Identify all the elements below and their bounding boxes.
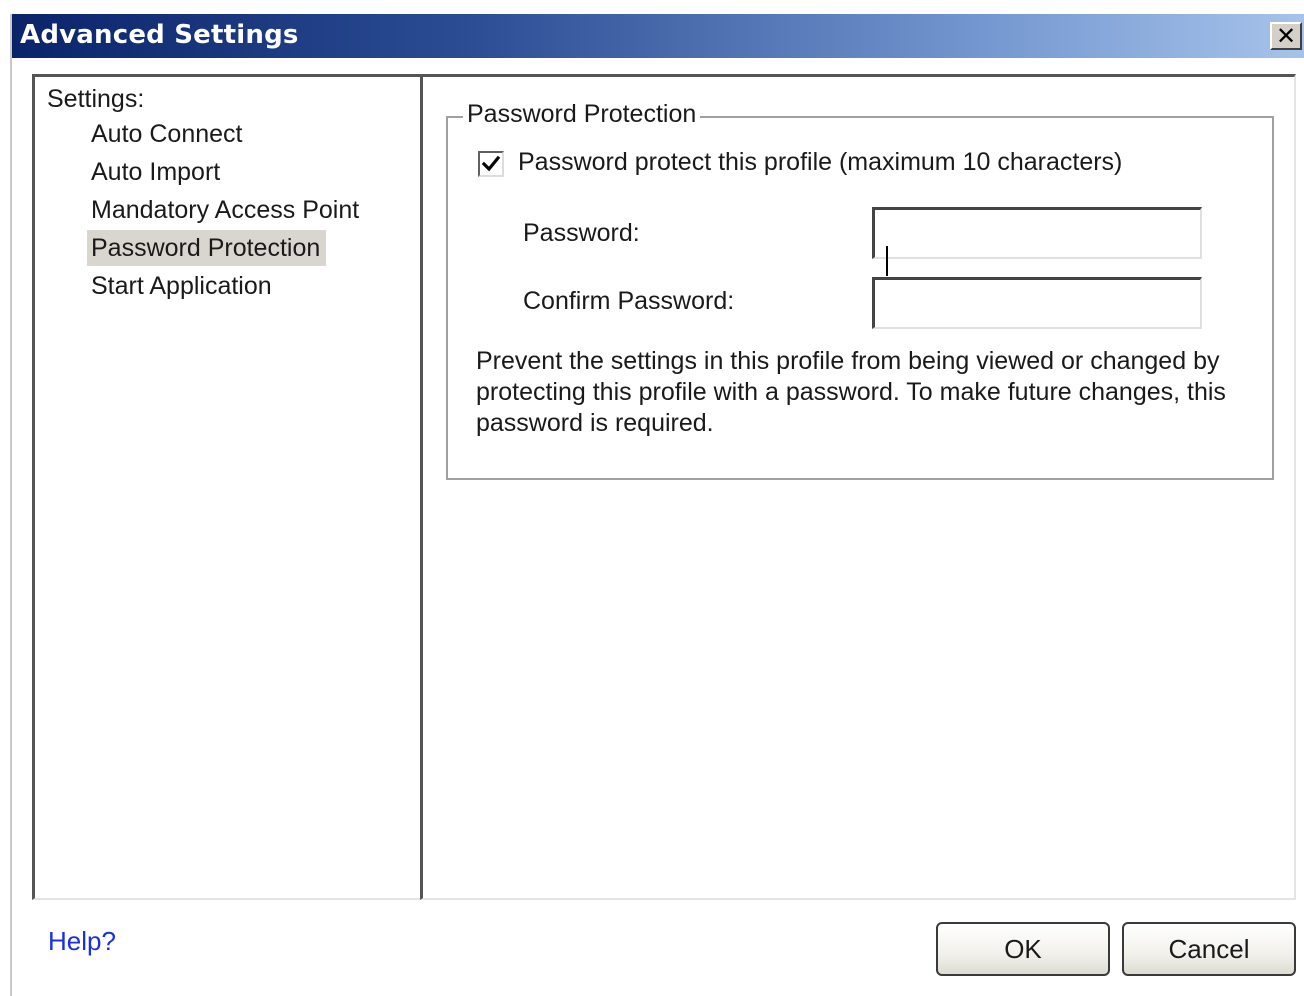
close-icon: ✕ [1275, 22, 1297, 50]
settings-item-auto-connect[interactable]: Auto Connect [87, 116, 249, 152]
password-label: Password: [523, 219, 640, 247]
settings-heading: Settings: [47, 85, 145, 113]
password-protect-checkbox-label[interactable]: Password protect this profile (maximum 1… [518, 148, 1122, 177]
password-protect-checkbox[interactable] [478, 151, 504, 177]
confirm-password-label: Confirm Password: [523, 287, 735, 315]
settings-panel: Password Protection Password protect thi… [420, 74, 1296, 900]
settings-item-password-protection[interactable]: Password Protection [87, 230, 327, 266]
text-cursor [886, 246, 888, 276]
ok-button[interactable]: OK [936, 922, 1110, 976]
password-protection-group: Password Protection Password protect thi… [446, 100, 1274, 480]
settings-list: Settings: Auto Connect Auto Import Manda… [32, 74, 422, 900]
settings-item-start-application[interactable]: Start Application [87, 268, 278, 304]
cancel-button[interactable]: Cancel [1122, 922, 1296, 976]
settings-item-mandatory-access-point[interactable]: Mandatory Access Point [87, 192, 365, 228]
close-button[interactable]: ✕ [1270, 22, 1302, 50]
window-title: Advanced Settings [20, 20, 299, 50]
help-link[interactable]: Help? [48, 926, 116, 957]
password-input[interactable] [872, 207, 1202, 259]
confirm-password-input[interactable] [872, 277, 1202, 329]
advanced-settings-dialog: Advanced Settings ✕ Settings: Auto Conne… [10, 14, 1304, 996]
password-description: Prevent the settings in this profile fro… [476, 347, 1226, 437]
checkmark-icon [481, 155, 501, 172]
title-bar[interactable]: Advanced Settings ✕ [12, 14, 1304, 58]
settings-item-auto-import[interactable]: Auto Import [87, 154, 226, 190]
group-legend: Password Protection [463, 100, 701, 129]
